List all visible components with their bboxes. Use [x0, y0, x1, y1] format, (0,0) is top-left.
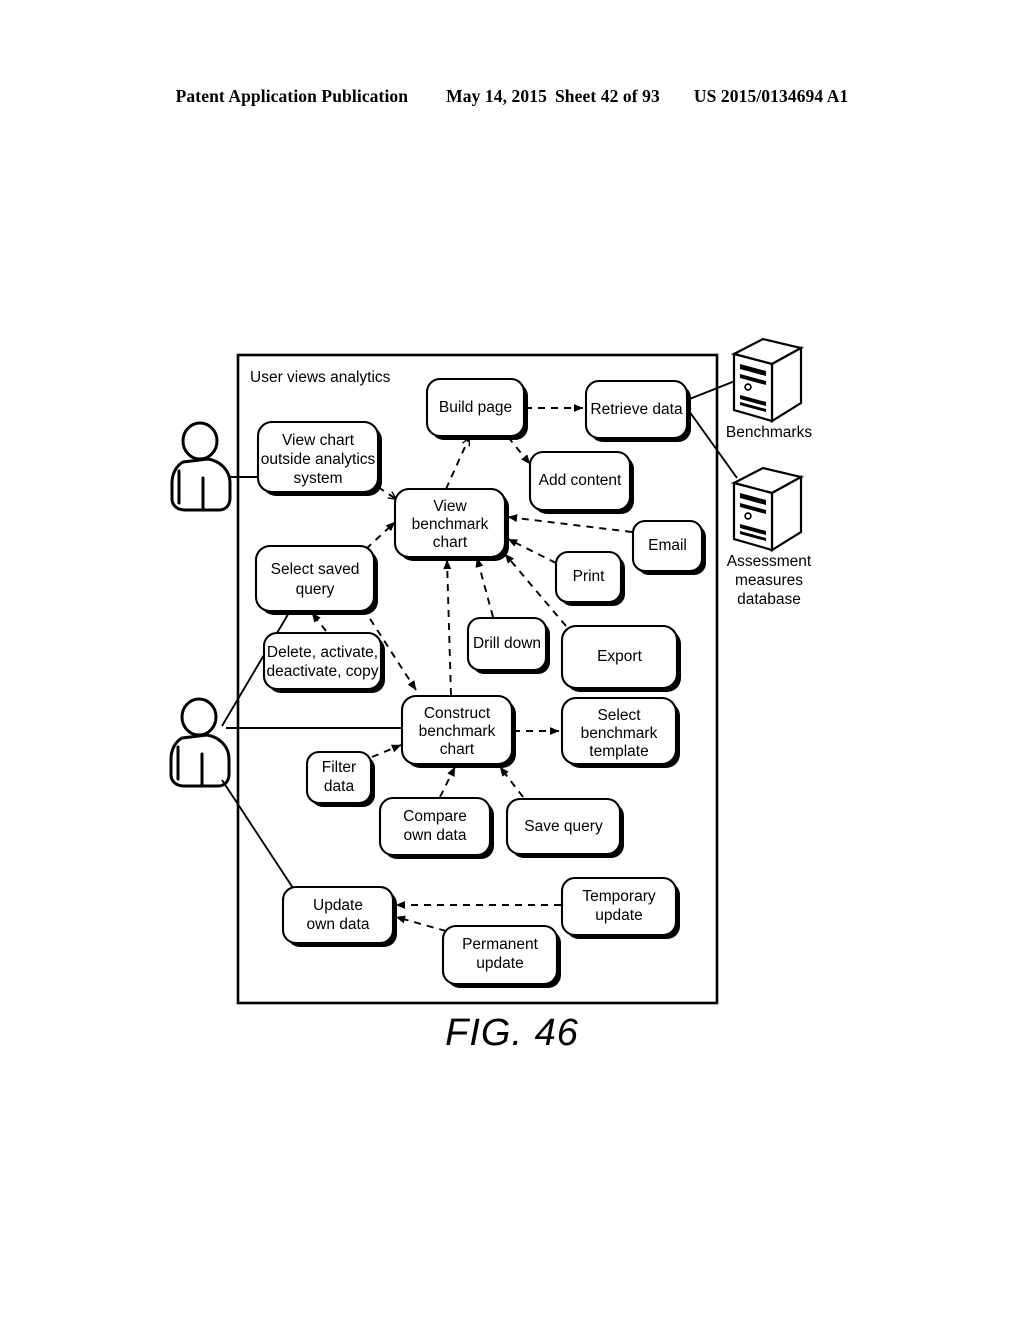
use-case-label-l2: query	[296, 581, 335, 598]
use-case-label-l2: benchmark	[412, 516, 489, 533]
use-case-label-l1: View	[433, 498, 467, 515]
use-case-label-l2: own data	[404, 827, 467, 844]
datastore-label-assessment-l2: measures	[735, 572, 803, 589]
use-case-label-l2: outside analytics	[261, 451, 376, 468]
dep-delete-activate-to-select-saved-query	[311, 612, 327, 632]
use-case-update-own-data[interactable]: Update own data	[281, 885, 397, 947]
use-case-label: Retrieve data	[590, 401, 683, 418]
assoc-actor-bottom-to-update-own-data	[221, 779, 294, 889]
use-case-label-l1: Temporary	[582, 888, 655, 905]
use-case-diagram: User views analytics Benchmarks Assessme…	[169, 337, 812, 1005]
use-case-construct-benchmark-chart[interactable]: Construct benchmark chart	[400, 694, 516, 768]
use-case-label: Drill down	[473, 635, 541, 652]
use-case-label-l2: update	[595, 907, 642, 924]
use-case-label: Save query	[524, 818, 603, 835]
use-case-label-l1: Compare	[403, 808, 467, 825]
actor-user-bottom	[169, 697, 231, 788]
use-case-label-l2: benchmark	[419, 723, 496, 740]
datastore-label-assessment-l1: Assessment	[727, 553, 812, 570]
use-case-label-l1: Update	[313, 897, 363, 914]
dep-email-to-view-benchmark	[507, 514, 633, 533]
use-case-label-l3: chart	[440, 741, 475, 758]
assoc-retrieve-data-to-benchmarks	[686, 380, 736, 401]
dep-compare-own-data-to-construct	[439, 766, 456, 798]
use-case-label: Build page	[439, 399, 512, 416]
use-case-add-content[interactable]: Add content	[528, 450, 634, 514]
use-case-temporary-update[interactable]: Temporary update	[560, 876, 680, 939]
use-case-label-l3: template	[589, 743, 648, 760]
use-case-permanent-update[interactable]: Permanent update	[441, 924, 561, 988]
use-case-label-l1: Filter	[322, 759, 356, 776]
use-case-select-saved-query[interactable]: Select saved query	[254, 544, 378, 615]
use-case-drill-down[interactable]: Drill down	[466, 616, 550, 674]
server-icon-benchmarks	[730, 337, 805, 423]
use-case-label: Email	[648, 537, 687, 554]
use-case-label: Export	[597, 648, 642, 665]
use-case-build-page[interactable]: Build page	[425, 377, 528, 440]
datastore-label-assessment: Assessment measures database	[727, 553, 812, 608]
use-case-label-l3: system	[293, 470, 342, 487]
use-case-compare-own-data[interactable]: Compare own data	[378, 796, 494, 859]
dep-view-benchmark-to-build-page	[445, 438, 469, 490]
use-case-label-l2: deactivate, copy	[266, 663, 378, 680]
use-case-export[interactable]: Export	[560, 624, 681, 692]
use-case-view-chart-outside[interactable]: View chart outside analytics system	[256, 420, 382, 496]
use-case-email[interactable]: Email	[631, 519, 706, 575]
use-case-label-l1: Select	[597, 707, 641, 724]
use-case-label-l2: benchmark	[581, 725, 658, 742]
use-case-label: Print	[573, 568, 606, 585]
use-case-print[interactable]: Print	[554, 550, 625, 606]
datastore-label-assessment-l3: database	[737, 591, 801, 608]
datastore-label-benchmarks: Benchmarks	[726, 424, 812, 441]
patent-page: Patent Application Publication May 14, 20…	[0, 0, 1024, 1320]
dep-drill-down-to-view-benchmark	[475, 557, 494, 618]
use-case-label-l1: View chart	[282, 432, 355, 449]
use-case-label-l1: Select saved	[271, 561, 360, 578]
use-case-label-l2: data	[324, 778, 355, 795]
use-case-label-l1: Permanent	[462, 936, 539, 953]
use-case-label-l2: update	[476, 955, 523, 972]
dep-print-to-view-benchmark	[507, 538, 557, 564]
dep-build-page-to-add-content	[507, 436, 531, 465]
use-case-delete-activate[interactable]: Delete, activate, deactivate, copy	[262, 631, 385, 693]
use-case-filter-data[interactable]: Filter data	[305, 750, 375, 807]
use-case-select-benchmark-template[interactable]: Select benchmark template	[560, 696, 680, 768]
dep-save-query-to-construct	[499, 766, 524, 798]
use-case-retrieve-data[interactable]: Retrieve data	[584, 379, 691, 442]
use-case-label-l1: Delete, activate,	[267, 644, 378, 661]
use-case-label-l2: own data	[307, 916, 370, 933]
dep-permanent-update-to-update-own-data	[395, 915, 447, 932]
assoc-retrieve-data-to-assessment	[688, 410, 738, 479]
use-case-save-query[interactable]: Save query	[505, 797, 624, 858]
dep-select-saved-query-to-view-benchmark	[365, 521, 396, 550]
server-icon-assessment	[730, 466, 805, 552]
dep-construct-to-view-benchmark	[443, 559, 452, 696]
figure-caption: FIG. 46	[445, 1012, 579, 1054]
use-case-label-l3: chart	[433, 534, 468, 551]
system-boundary-label: User views analytics	[250, 369, 391, 386]
dep-view-chart-outside-to-view-benchmark	[377, 486, 396, 499]
use-case-label: Add content	[539, 472, 622, 489]
dep-filter-data-to-construct	[371, 744, 402, 758]
use-case-view-benchmark-chart[interactable]: View benchmark chart	[393, 487, 509, 561]
use-case-label-l1: Construct	[424, 705, 491, 722]
actor-user-top	[170, 421, 232, 512]
